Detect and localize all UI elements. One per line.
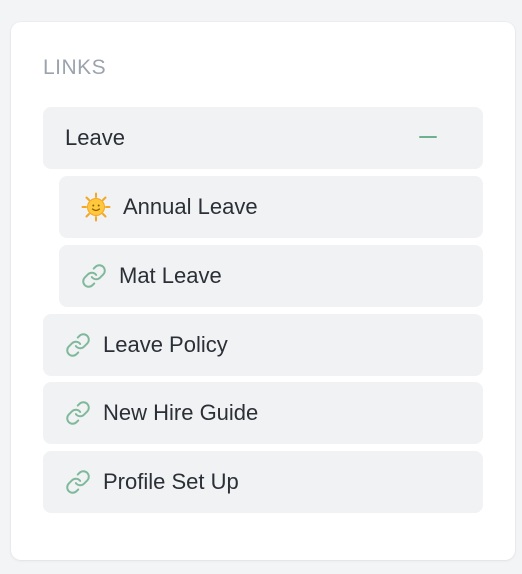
sun-icon bbox=[81, 192, 111, 222]
link-item-profile-set-up[interactable]: Profile Set Up bbox=[43, 451, 483, 513]
group-leave-header[interactable]: Leave bbox=[43, 107, 483, 169]
link-label: Leave Policy bbox=[103, 332, 228, 357]
minus-icon bbox=[419, 136, 437, 138]
link-item-annual-leave[interactable]: Annual Leave bbox=[59, 176, 483, 238]
link-icon bbox=[65, 332, 91, 358]
group-leave-label: Leave bbox=[65, 125, 125, 150]
links-card: LINKS Leave Annual Leave Mat Leave Leave… bbox=[11, 22, 515, 560]
link-item-new-hire-guide[interactable]: New Hire Guide bbox=[43, 382, 483, 444]
link-item-leave-policy[interactable]: Leave Policy bbox=[43, 314, 483, 376]
link-label: New Hire Guide bbox=[103, 400, 259, 425]
link-item-mat-leave[interactable]: Mat Leave bbox=[59, 245, 483, 307]
section-title: LINKS bbox=[43, 56, 107, 79]
collapse-toggle-button[interactable] bbox=[407, 123, 449, 153]
link-icon bbox=[65, 400, 91, 426]
link-label: Mat Leave bbox=[119, 263, 222, 288]
link-label: Annual Leave bbox=[123, 194, 258, 219]
link-label: Profile Set Up bbox=[103, 469, 239, 494]
link-icon bbox=[81, 263, 107, 289]
link-icon bbox=[65, 469, 91, 495]
